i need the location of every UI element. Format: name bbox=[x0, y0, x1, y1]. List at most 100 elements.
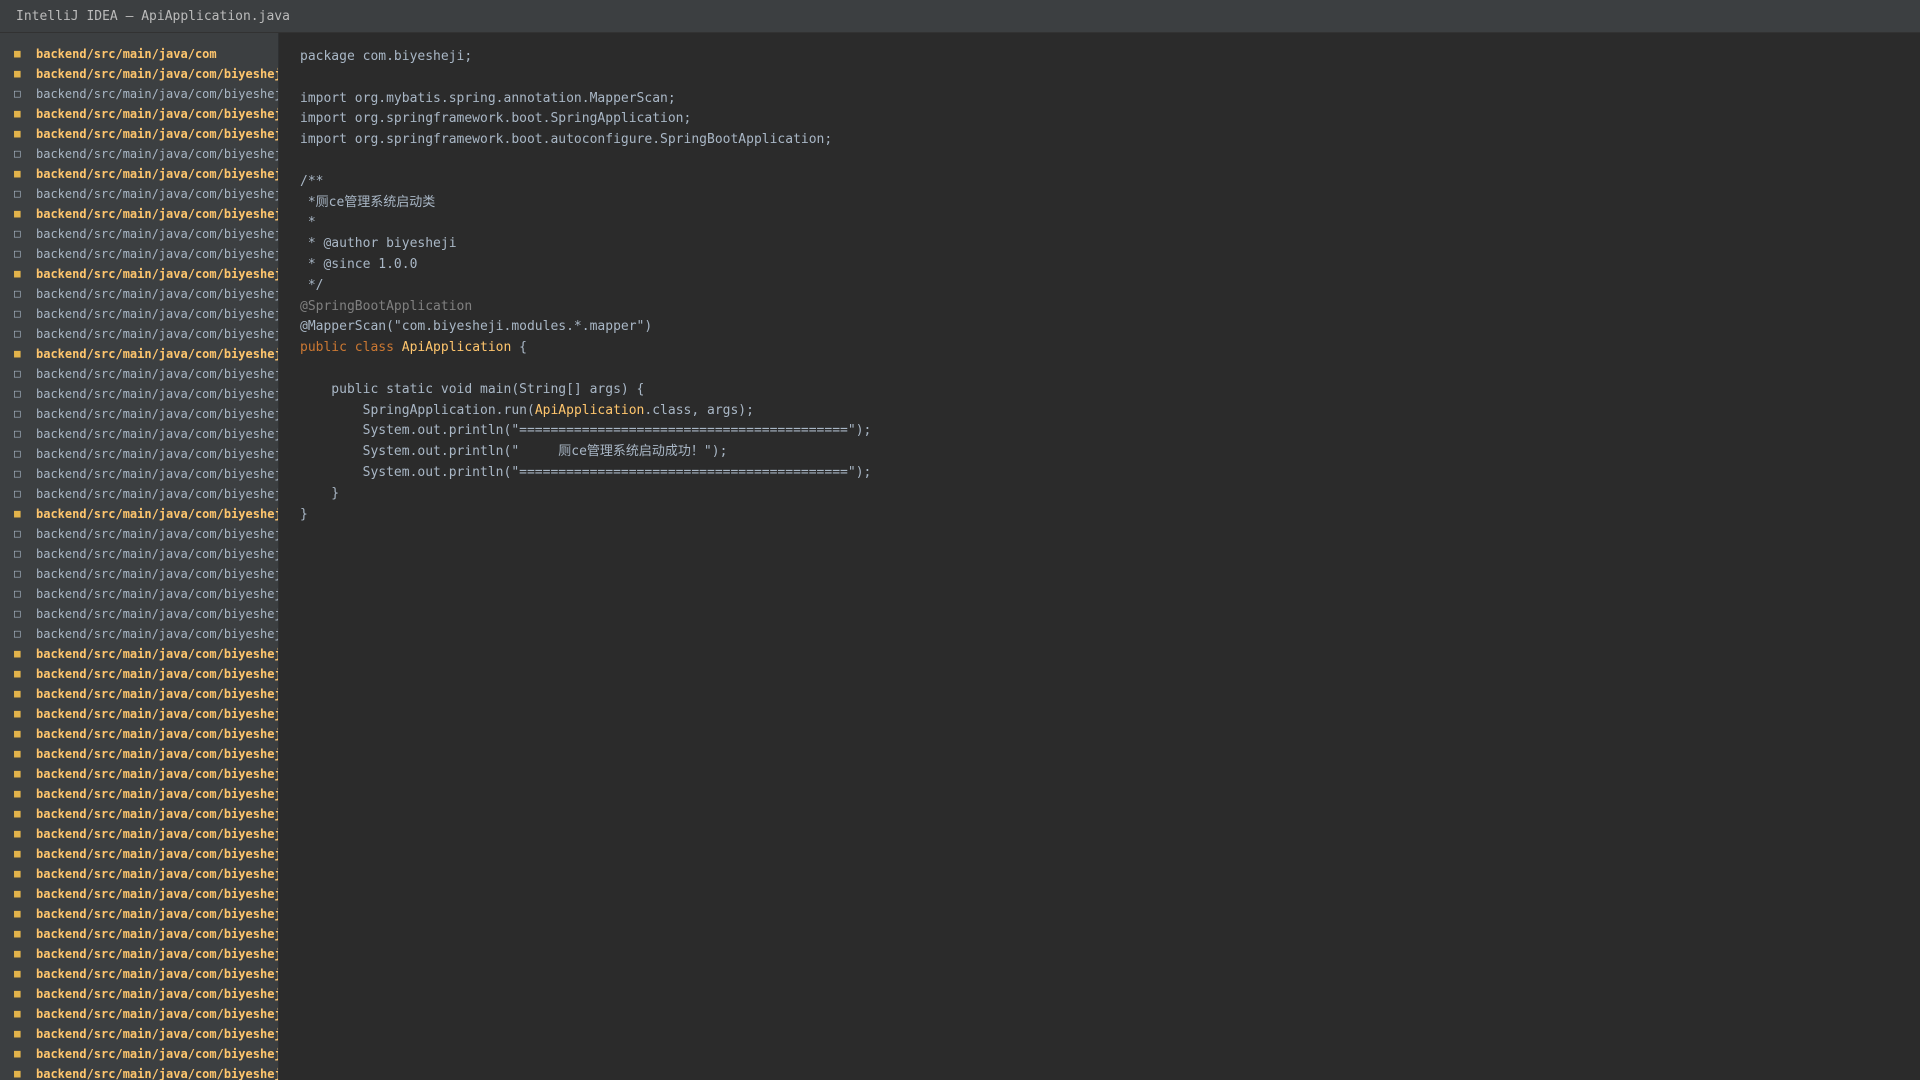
tree-folder-item[interactable]: ■ backend/src/main/java/com/biyeshej bbox=[0, 684, 278, 704]
tree-folder-item[interactable]: ■ backend/src/main/java/com/biyeshej bbox=[0, 824, 278, 844]
code-line[interactable]: import org.mybatis.spring.annotation.Map… bbox=[280, 89, 1920, 110]
code-line[interactable]: * bbox=[280, 213, 1920, 234]
tree-folder-item[interactable]: ■ backend/src/main/java/com/biyeshej bbox=[0, 1044, 278, 1064]
tree-item-label: backend/src/main/java/com/biyeshej bbox=[36, 347, 278, 361]
tree-item-label: backend/src/main/java/com/biyeshej bbox=[36, 827, 278, 841]
code-line[interactable] bbox=[280, 68, 1920, 89]
tree-folder-item[interactable]: ■ backend/src/main/java/com/biyeshej bbox=[0, 884, 278, 904]
tree-folder-item[interactable]: ■ backend/src/main/java/com/biyeshej bbox=[0, 804, 278, 824]
tree-item-label: backend/src/main/java/com/biyeshej bbox=[36, 587, 278, 601]
tree-file-item[interactable]: □ backend/src/main/java/com/biyeshej bbox=[0, 564, 278, 584]
tree-item-label: backend/src/main/java/com/biyeshej bbox=[36, 887, 278, 901]
tree-item-label: backend/src/main/java/com/biyeshej bbox=[36, 207, 278, 221]
code-line[interactable]: *厕ce管理系统启动类 bbox=[280, 193, 1920, 214]
folder-icon: ■ bbox=[14, 947, 21, 960]
folder-icon: ■ bbox=[14, 767, 21, 780]
tree-file-item[interactable]: □ backend/src/main/java/com/biyeshej bbox=[0, 464, 278, 484]
tree-item-label: backend/src/main/java/com/biyeshej bbox=[36, 767, 278, 781]
tree-folder-item[interactable]: ■ backend/src/main/java/com/biyeshej bbox=[0, 744, 278, 764]
code-line[interactable] bbox=[280, 151, 1920, 172]
code-line[interactable]: /** bbox=[280, 172, 1920, 193]
file-icon: □ bbox=[14, 327, 21, 340]
tree-folder-item[interactable]: ■ backend/src/main/java/com/biyeshej bbox=[0, 1004, 278, 1024]
tree-file-item[interactable]: □ backend/src/main/java/com/biyeshej bbox=[0, 144, 278, 164]
tree-folder-item[interactable]: ■ backend/src/main/java/com/biyeshej bbox=[0, 764, 278, 784]
tree-file-item[interactable]: □ backend/src/main/java/com/biyeshej bbox=[0, 544, 278, 564]
tree-folder-item[interactable]: ■ backend/src/main/java/com/biyeshej bbox=[0, 264, 278, 284]
tree-file-item[interactable]: □ backend/src/main/java/com/biyeshej bbox=[0, 184, 278, 204]
code-line[interactable]: @MapperScan("com.biyesheji.modules.*.map… bbox=[280, 317, 1920, 338]
tree-folder-item[interactable]: ■ backend/src/main/java/com/biyeshej bbox=[0, 784, 278, 804]
tree-item-label: backend/src/main/java/com/biyeshej bbox=[36, 527, 278, 541]
tree-file-item[interactable]: □ backend/src/main/java/com/biyeshej bbox=[0, 284, 278, 304]
code-line[interactable]: System.out.println(" 厕ce管理系统启动成功！"); bbox=[280, 442, 1920, 463]
code-line[interactable]: public static void main(String[] args) { bbox=[280, 380, 1920, 401]
folder-icon: ■ bbox=[14, 1047, 21, 1060]
tree-item-label: backend/src/main/java/com/biyeshej bbox=[36, 227, 278, 241]
code-line[interactable]: import org.springframework.boot.SpringAp… bbox=[280, 109, 1920, 130]
code-line[interactable]: SpringApplication.run(ApiApplication.cla… bbox=[280, 401, 1920, 422]
code-line[interactable]: package com.biyesheji; bbox=[280, 47, 1920, 68]
tree-folder-item[interactable]: ■ backend/src/main/java/com/biyeshej bbox=[0, 644, 278, 664]
tree-file-item[interactable]: □ backend/src/main/java/com/biyeshej bbox=[0, 244, 278, 264]
tree-folder-item[interactable]: ■ backend/src/main/java/com/biyeshej bbox=[0, 964, 278, 984]
tree-folder-item[interactable]: ■ backend/src/main/java/com/biyeshej bbox=[0, 1024, 278, 1044]
tree-folder-item[interactable]: ■ backend/src/main/java/com/biyeshej bbox=[0, 344, 278, 364]
tree-item-label: backend/src/main/java/com/biyeshej bbox=[36, 407, 278, 421]
code-line[interactable]: */ bbox=[280, 276, 1920, 297]
code-line[interactable]: * @since 1.0.0 bbox=[280, 255, 1920, 276]
file-icon: □ bbox=[14, 307, 21, 320]
tree-folder-item[interactable]: ■ backend/src/main/java/com/biyeshej bbox=[0, 204, 278, 224]
tree-folder-item[interactable]: ■ backend/src/main/java/com/biyeshej bbox=[0, 944, 278, 964]
code-line[interactable]: System.out.println("====================… bbox=[280, 463, 1920, 484]
code-line[interactable]: } bbox=[280, 484, 1920, 505]
tree-file-item[interactable]: □ backend/src/main/java/com/biyeshej bbox=[0, 84, 278, 104]
tree-folder-item[interactable]: ■ backend/src/main/java/com/biyeshej bbox=[0, 844, 278, 864]
tree-file-item[interactable]: □ backend/src/main/java/com/biyeshej bbox=[0, 304, 278, 324]
folder-icon: ■ bbox=[14, 927, 21, 940]
tree-file-item[interactable]: □ backend/src/main/java/com/biyeshej bbox=[0, 624, 278, 644]
code-line[interactable]: } bbox=[280, 505, 1920, 526]
project-tree[interactable]: ■ backend/src/main/java/com ■ backend/src/m… bbox=[0, 33, 279, 1080]
folder-icon: ■ bbox=[14, 1007, 21, 1020]
tree-folder-item[interactable]: ■ backend/src/main/java/com/biyeshej bbox=[0, 124, 278, 144]
tree-folder-item[interactable]: ■ backend/src/main/java/com/biyeshej bbox=[0, 164, 278, 184]
tree-folder-item[interactable]: ■ backend/src/main/java/com/biyeshej bbox=[0, 984, 278, 1004]
folder-icon: ■ bbox=[14, 207, 21, 220]
tree-item-label: backend/src/main/java/com/biyeshej bbox=[36, 507, 278, 521]
file-icon: □ bbox=[14, 627, 21, 640]
tree-folder-item[interactable]: ■ backend/src/main/java/com/biyeshej bbox=[0, 1064, 278, 1080]
tree-file-item[interactable]: □ backend/src/main/java/com/biyeshej bbox=[0, 224, 278, 244]
code-line[interactable]: import org.springframework.boot.autoconf… bbox=[280, 130, 1920, 151]
code-line[interactable] bbox=[280, 359, 1920, 380]
tree-file-item[interactable]: □ backend/src/main/java/com/biyeshej bbox=[0, 424, 278, 444]
code-line[interactable]: @SpringBootApplication bbox=[280, 297, 1920, 318]
code-editor[interactable]: package com.biyesheji; import org.mybati… bbox=[280, 33, 1920, 1080]
tree-folder-item[interactable]: ■ backend/src/main/java/com/biyeshej bbox=[0, 664, 278, 684]
tree-file-item[interactable]: □ backend/src/main/java/com/biyeshej bbox=[0, 384, 278, 404]
tree-folder-item[interactable]: ■ backend/src/main/java/com/biyeshej bbox=[0, 104, 278, 124]
tree-folder-item[interactable]: ■ backend/src/main/java/com bbox=[0, 44, 278, 64]
code-line[interactable]: System.out.println("====================… bbox=[280, 421, 1920, 442]
tree-file-item[interactable]: □ backend/src/main/java/com/biyeshej bbox=[0, 604, 278, 624]
tree-file-item[interactable]: □ backend/src/main/java/com/biyeshej bbox=[0, 484, 278, 504]
tree-file-item[interactable]: □ backend/src/main/java/com/biyeshej bbox=[0, 364, 278, 384]
tree-folder-item[interactable]: ■ backend/src/main/java/com/biyeshej bbox=[0, 904, 278, 924]
code-token: public static void main(String[] args) { bbox=[300, 381, 645, 397]
tree-file-item[interactable]: □ backend/src/main/java/com/biyeshej bbox=[0, 584, 278, 604]
tree-folder-item[interactable]: ■ backend/src/main/java/com/biyeshej bbox=[0, 704, 278, 724]
tree-file-item[interactable]: □ backend/src/main/java/com/biyeshej bbox=[0, 524, 278, 544]
tree-file-item[interactable]: □ backend/src/main/java/com/biyeshej bbox=[0, 444, 278, 464]
tree-folder-item[interactable]: ■ backend/src/main/java/com/biyeshej bbox=[0, 724, 278, 744]
file-icon: □ bbox=[14, 247, 21, 260]
tree-folder-item[interactable]: ■ backend/src/main/java/com/biyeshej bbox=[0, 64, 278, 84]
tree-file-item[interactable]: □ backend/src/main/java/com/biyeshej bbox=[0, 324, 278, 344]
tree-file-item[interactable]: □ backend/src/main/java/com/biyeshej bbox=[0, 404, 278, 424]
tree-folder-item[interactable]: ■ backend/src/main/java/com/biyeshej bbox=[0, 924, 278, 944]
tree-item-label: backend/src/main/java/com/biyeshej bbox=[36, 487, 278, 501]
tree-item-label: backend/src/main/java/com/biyeshej bbox=[36, 787, 278, 801]
code-line[interactable]: public class ApiApplication { bbox=[280, 338, 1920, 359]
tree-folder-item[interactable]: ■ backend/src/main/java/com/biyeshej bbox=[0, 864, 278, 884]
tree-folder-item[interactable]: ■ backend/src/main/java/com/biyeshej bbox=[0, 504, 278, 524]
code-line[interactable]: * @author biyesheji bbox=[280, 234, 1920, 255]
